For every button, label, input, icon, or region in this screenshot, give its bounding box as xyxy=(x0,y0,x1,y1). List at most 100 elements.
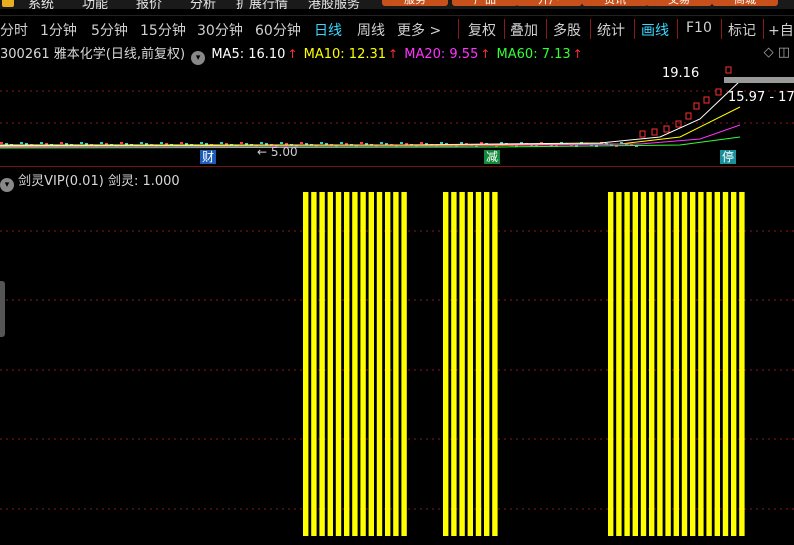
candle xyxy=(440,142,443,144)
ma5-line xyxy=(0,80,741,146)
candle xyxy=(725,66,732,74)
ma5-label: MA5: 16.10 xyxy=(211,47,286,62)
orange-button-product[interactable]: 产品 xyxy=(452,0,518,6)
indicator-bar xyxy=(475,192,482,536)
menu-item-analysis[interactable]: 分析 xyxy=(190,0,216,9)
candle xyxy=(420,142,423,144)
candle xyxy=(639,130,646,138)
menu-item-hk[interactable]: 港股服务 xyxy=(308,0,360,9)
stock-info-line: 300261 雅本化学(日线,前复权) ▾ MA5: 16.10 ↑ MA10: … xyxy=(0,43,585,65)
orange-button-news[interactable]: 资讯 xyxy=(582,0,648,6)
indicator-bar xyxy=(376,192,383,536)
draw-line-button[interactable]: 画线 xyxy=(641,20,669,40)
menu-item-system[interactable]: 系统 xyxy=(28,0,54,9)
toolbar-divider xyxy=(590,19,591,39)
indicator-bar xyxy=(698,192,704,536)
tab-30min[interactable]: 30分钟 xyxy=(197,20,243,40)
candle xyxy=(180,142,183,144)
candle xyxy=(20,142,23,144)
indicator-bar xyxy=(640,192,647,536)
indicator-bar xyxy=(673,192,679,536)
tab-15min[interactable]: 15分钟 xyxy=(140,20,186,40)
overlay-button[interactable]: 叠加 xyxy=(510,20,538,40)
menu-item-quote[interactable]: 报价 xyxy=(136,0,162,9)
candle xyxy=(100,142,103,144)
tab-1min[interactable]: 1分钟 xyxy=(40,20,77,40)
event-marker-finance[interactable]: 财 xyxy=(200,150,217,164)
indicator-bar xyxy=(681,192,688,536)
candle xyxy=(80,142,83,144)
toolbar-divider xyxy=(677,19,678,39)
f10-button[interactable]: F10 xyxy=(686,20,712,36)
candle xyxy=(200,142,203,144)
mark-button[interactable]: 标记 xyxy=(728,20,756,40)
arrow-up-icon: ↑ xyxy=(572,47,583,61)
tab-intraday[interactable]: 分时 xyxy=(0,20,28,40)
indicator-bar xyxy=(344,192,350,536)
app-logo-icon xyxy=(2,0,14,7)
multi-stock-button[interactable]: 多股 xyxy=(553,20,581,40)
indicator-bar xyxy=(360,192,366,536)
candle xyxy=(220,142,223,144)
candle xyxy=(675,120,682,128)
orange-button-trade[interactable]: 交易 xyxy=(646,0,712,6)
candle xyxy=(280,142,283,144)
more-periods-button[interactable]: 更多 > xyxy=(397,20,441,40)
menu-item-function[interactable]: 功能 xyxy=(82,0,108,9)
toolbar-divider xyxy=(763,19,764,39)
diamond-icon[interactable]: ◇ xyxy=(764,45,774,60)
indicator-bar xyxy=(335,192,342,536)
candle xyxy=(320,142,323,144)
candle xyxy=(693,102,700,110)
ma20-line xyxy=(0,124,741,148)
tab-weekly[interactable]: 周线 xyxy=(357,20,385,40)
kline-chart[interactable]: 300261 雅本化学(日线,前复权) ▾ MA5: 16.10 ↑ MA10: … xyxy=(0,41,794,165)
candle xyxy=(120,142,123,144)
orange-button-mall[interactable]: 商城 xyxy=(712,0,778,6)
indicator-bar xyxy=(311,192,317,536)
indicator-bar xyxy=(739,192,745,536)
window-icon[interactable]: ◫ xyxy=(778,45,790,60)
chevron-down-icon[interactable]: ▾ xyxy=(191,51,206,65)
indicator-bar xyxy=(451,192,457,536)
indicator-bar xyxy=(632,192,638,536)
tab-5min[interactable]: 5分钟 xyxy=(91,20,128,40)
candle xyxy=(360,142,363,144)
candle xyxy=(300,142,303,144)
indicator-bar xyxy=(327,192,333,536)
add-watchlist-button[interactable]: +自选 xyxy=(768,20,794,40)
candle xyxy=(340,142,343,144)
price-range-box xyxy=(724,77,794,83)
toolbar-divider xyxy=(546,19,547,39)
side-scroll-handle[interactable] xyxy=(0,281,5,337)
event-marker-reduce[interactable]: 减 xyxy=(484,150,501,164)
toolbar-divider xyxy=(458,19,459,39)
indicator-name: 剑灵VIP(0.01) xyxy=(18,174,104,189)
indicator-bar xyxy=(385,192,391,536)
chevron-down-icon[interactable]: ▾ xyxy=(0,178,14,192)
arrow-up-icon: ↑ xyxy=(480,47,491,61)
candle xyxy=(715,88,722,96)
menu-item-extended[interactable]: 扩展行情 xyxy=(236,0,288,9)
candle xyxy=(380,142,383,144)
orange-button-account[interactable]: 开户 xyxy=(516,0,582,6)
indicator-bar xyxy=(352,192,358,536)
indicator-bar xyxy=(714,192,720,536)
indicator-bar xyxy=(608,192,614,536)
candle xyxy=(400,142,403,144)
indicator-bar xyxy=(368,192,374,536)
arrow-up-icon: ↑ xyxy=(388,47,399,61)
tab-daily[interactable]: 日线 xyxy=(314,20,342,40)
toolbar-divider xyxy=(504,19,505,39)
orange-button-service[interactable]: 服务 xyxy=(382,0,448,6)
statistics-button[interactable]: 统计 xyxy=(597,20,625,40)
indicator-bar xyxy=(467,192,473,536)
tab-60min[interactable]: 60分钟 xyxy=(255,20,301,40)
candle xyxy=(0,142,3,144)
event-marker-suspend[interactable]: 停 xyxy=(720,150,737,164)
adjust-button[interactable]: 复权 xyxy=(468,20,496,40)
candle xyxy=(260,142,263,144)
ma20-label: MA20: 9.55 xyxy=(404,47,479,62)
candle xyxy=(160,142,163,144)
indicator-pane[interactable]: ▾ 剑灵VIP(0.01) 剑灵: 1.000 xyxy=(0,166,794,545)
